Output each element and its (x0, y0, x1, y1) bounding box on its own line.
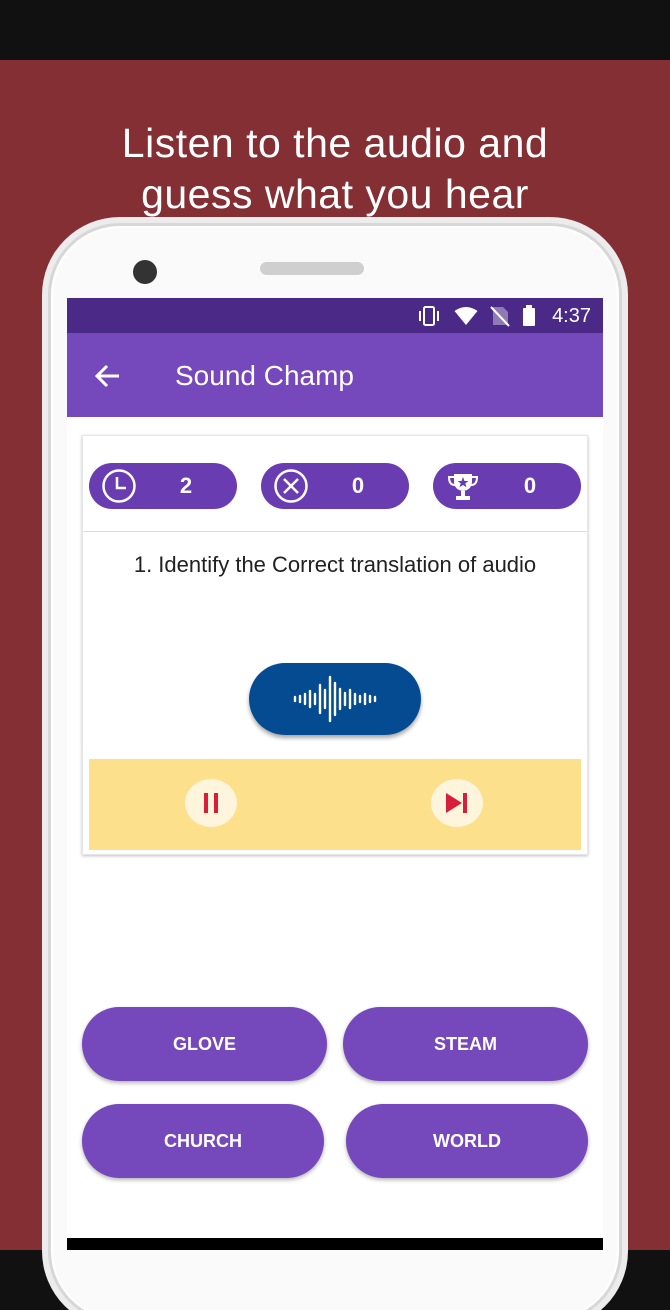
answer-button-church[interactable]: CHURCH (82, 1104, 324, 1178)
timer-value: 2 (179, 473, 193, 498)
status-bar: 4:37 (67, 298, 603, 333)
trophy-icon (447, 474, 479, 500)
battery-icon (522, 305, 536, 327)
wrong-value: 0 (351, 473, 365, 498)
no-sim-icon (490, 305, 510, 327)
camera-icon (133, 260, 157, 284)
status-time: 4:37 (552, 305, 591, 327)
score-value: 0 (523, 473, 537, 498)
score-badge: 0 (433, 463, 581, 509)
app-title: Sound Champ (175, 360, 355, 391)
next-button[interactable] (431, 779, 483, 827)
vibrate-icon (416, 305, 442, 327)
pause-button[interactable] (185, 779, 237, 827)
wrong-badge: 0 (261, 463, 409, 509)
screen-bottom-bar (67, 1238, 603, 1250)
answer-button-steam[interactable]: STEAM (343, 1007, 588, 1081)
question-text: 1. Identify the Correct translation of a… (133, 552, 537, 577)
clock-icon (102, 469, 136, 503)
answer-button-world[interactable]: WORLD (346, 1104, 588, 1178)
x-circle-icon (274, 469, 308, 503)
sound-wave-icon (293, 675, 377, 723)
arrow-left-icon (94, 364, 119, 388)
app-bar: Sound Champ (67, 333, 603, 417)
back-button[interactable] (93, 361, 123, 391)
quiz-card: 2 0 0 1. Identify the Correct translatio… (82, 435, 588, 855)
card-divider (83, 531, 587, 532)
answer-button-glove[interactable]: GLOVE (82, 1007, 327, 1081)
status-icons: 4:37 (416, 305, 591, 327)
skip-next-icon (446, 793, 467, 813)
pause-icon (204, 793, 218, 813)
app-screen: 4:37 Sound Champ 2 0 0 1. Identify the C… (67, 298, 603, 1250)
audio-controls (89, 759, 581, 850)
timer-badge: 2 (89, 463, 237, 509)
play-audio-button[interactable] (249, 663, 421, 735)
speaker-grille (260, 262, 364, 275)
promo-headline: Listen to the audio and guess what you h… (121, 120, 549, 217)
wifi-icon (454, 306, 478, 326)
